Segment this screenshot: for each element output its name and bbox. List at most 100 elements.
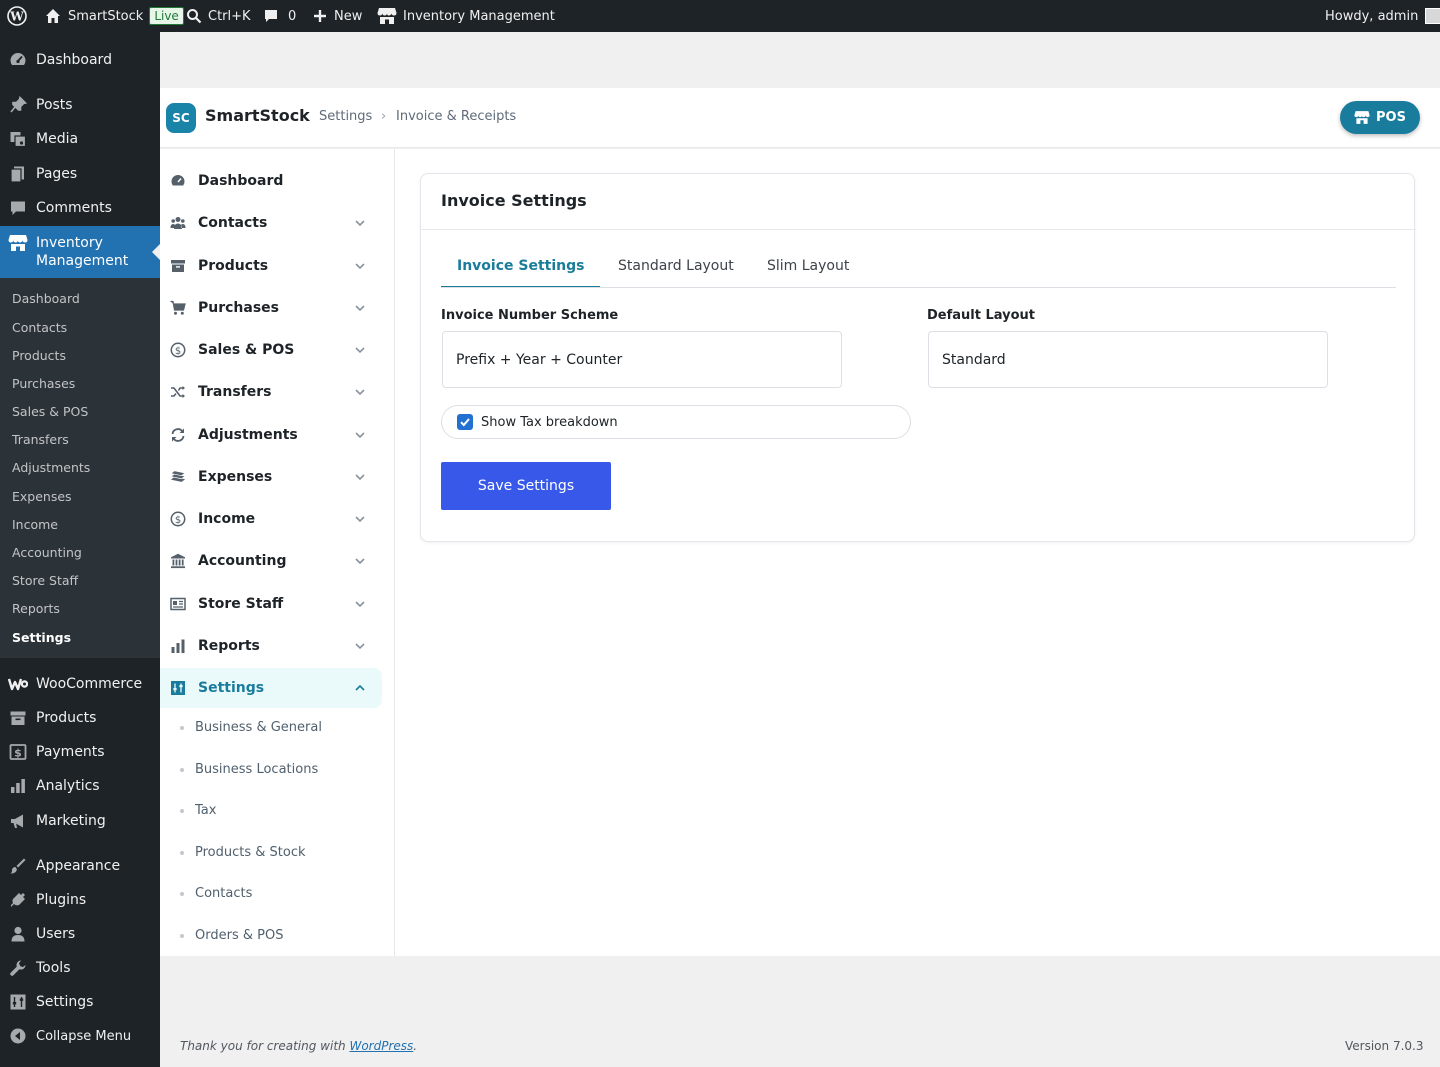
submenu-accounting[interactable]: Accounting <box>12 545 82 560</box>
site-name-link[interactable]: SmartStock Live <box>44 0 184 32</box>
tab-slim-layout[interactable]: Slim Layout <box>767 258 849 288</box>
sidebar-item-label: Sales & POS <box>198 342 295 358</box>
chevron-down-icon <box>354 429 366 441</box>
wp-menu-appearance[interactable]: Appearance <box>0 855 160 877</box>
submenu-purchases[interactable]: Purchases <box>12 376 75 391</box>
settings-sub-contacts[interactable]: Contacts <box>180 886 252 901</box>
wp-menu-payments[interactable]: $ Payments <box>0 741 160 763</box>
sidebar-item-dashboard[interactable]: Dashboard <box>160 161 382 201</box>
wp-menu-label: Users <box>36 926 76 942</box>
wp-menu-woocommerce[interactable]: WooCommerce <box>0 673 160 695</box>
wp-admin-menu: Dashboard Contacts Products Purchases Sa… <box>0 32 160 1067</box>
submenu-contacts[interactable]: Contacts <box>12 320 67 335</box>
wordpress-logo-icon[interactable]: W <box>7 0 27 32</box>
sidebar-item-expenses[interactable]: Expenses <box>160 457 382 497</box>
bank-icon <box>170 553 186 569</box>
chevron-down-icon <box>354 344 366 356</box>
tab-invoice-settings[interactable]: Invoice Settings <box>441 258 601 288</box>
settings-sub-products-stock[interactable]: Products & Stock <box>180 845 306 860</box>
submenu-dashboard[interactable]: Dashboard <box>12 291 80 306</box>
invoice-settings-card: Invoice Settings Invoice Settings Standa… <box>420 173 1416 542</box>
sidebar-item-label: Store Staff <box>198 596 284 612</box>
wp-menu-comments[interactable]: Comments <box>0 197 160 219</box>
wp-menu-plugins[interactable]: Plugins <box>0 889 160 911</box>
wp-menu-collapse[interactable]: Collapse Menu <box>0 1025 160 1047</box>
sidebar-item-products[interactable]: Products <box>160 246 382 286</box>
comments-count: 0 <box>288 8 297 24</box>
wp-menu-analytics[interactable]: Analytics <box>0 775 160 797</box>
wp-menu-inventory-management[interactable]: Inventory Management <box>0 226 160 278</box>
store-icon <box>8 233 28 253</box>
sidebar-item-purchases[interactable]: Purchases <box>160 288 382 328</box>
submenu-adjustments[interactable]: Adjustments <box>12 460 90 475</box>
show-tax-breakdown-row[interactable]: Show Tax breakdown <box>441 405 911 439</box>
wp-menu-media[interactable]: Media <box>0 128 160 150</box>
sidebar-item-store-staff[interactable]: Store Staff <box>160 584 382 624</box>
submenu-income[interactable]: Income <box>12 517 58 532</box>
breadcrumb-settings[interactable]: Settings <box>319 109 372 124</box>
wp-menu-products[interactable]: Products <box>0 707 160 729</box>
sidebar-item-accounting[interactable]: Accounting <box>160 541 382 581</box>
search-button[interactable]: Ctrl+K <box>186 0 251 32</box>
sidebar-item-income[interactable]: $ Income <box>160 499 382 539</box>
wp-menu-dashboard[interactable]: Dashboard <box>0 49 160 71</box>
submenu-reports[interactable]: Reports <box>12 601 60 616</box>
submenu-products[interactable]: Products <box>12 348 66 363</box>
dashboard-icon <box>8 50 28 70</box>
sidebar-item-reports[interactable]: Reports <box>160 626 382 666</box>
wp-menu-settings[interactable]: Settings <box>0 991 160 1013</box>
settings-sub-orders-pos[interactable]: Orders & POS <box>180 928 283 943</box>
wp-menu-marketing[interactable]: Marketing <box>0 810 160 832</box>
default-layout-select[interactable]: Standard <box>928 331 1328 388</box>
breadcrumb-separator: › <box>381 109 387 124</box>
chevron-down-icon <box>354 555 366 567</box>
wp-menu-label: Plugins <box>36 892 87 908</box>
wp-menu-users[interactable]: Users <box>0 923 160 945</box>
greeting: Howdy, admin <box>1325 8 1419 24</box>
save-settings-button[interactable]: Save Settings <box>441 462 611 510</box>
submenu-store-staff[interactable]: Store Staff <box>12 573 78 588</box>
bar-chart-icon <box>170 638 186 654</box>
svg-text:$: $ <box>175 346 181 357</box>
sidebar-item-transfers[interactable]: Transfers <box>160 372 382 412</box>
default-layout-label: Default Layout <box>927 308 1036 323</box>
submenu-sales-pos[interactable]: Sales & POS <box>12 404 88 419</box>
plugin-link[interactable]: Inventory Management <box>377 0 555 32</box>
shuffle-icon <box>170 384 186 400</box>
show-tax-breakdown-checkbox[interactable] <box>457 414 473 430</box>
bullet-dot <box>180 933 184 938</box>
plugin-header: SC SmartStock Settings › Invoice & Recei… <box>160 88 1440 148</box>
sidebar-item-label: Accounting <box>198 553 287 569</box>
chevron-down-icon <box>354 260 366 272</box>
invoice-number-scheme-select[interactable]: Prefix + Year + Counter <box>442 331 842 388</box>
sidebar-item-adjustments[interactable]: Adjustments <box>160 415 382 455</box>
brush-icon <box>8 856 28 876</box>
sync-icon <box>170 427 186 443</box>
megaphone-icon <box>8 811 28 831</box>
settings-sub-business-general[interactable]: Business & General <box>180 720 322 735</box>
pos-button[interactable]: POS <box>1340 101 1420 134</box>
chevron-down-icon <box>354 513 366 525</box>
sidebar-item-sales-pos[interactable]: $ Sales & POS <box>160 330 382 370</box>
wp-menu-pages[interactable]: Pages <box>0 163 160 185</box>
submenu-transfers[interactable]: Transfers <box>12 432 69 447</box>
account-menu[interactable]: Howdy, admin <box>1325 0 1440 32</box>
wp-menu-tools[interactable]: Tools <box>0 957 160 979</box>
store-icon <box>377 8 397 24</box>
sidebar-item-settings[interactable]: Settings <box>160 668 382 708</box>
submenu-expenses[interactable]: Expenses <box>12 489 72 504</box>
wordpress-link[interactable]: WordPress <box>349 1039 413 1053</box>
settings-sub-business-locations[interactable]: Business Locations <box>180 762 318 777</box>
settings-sub-tax[interactable]: Tax <box>180 803 216 818</box>
wp-menu-posts[interactable]: Posts <box>0 94 160 116</box>
settings-sub-label: Business Locations <box>195 762 319 777</box>
submenu-settings[interactable]: Settings <box>12 630 71 645</box>
media-icon <box>8 129 28 149</box>
sidebar-item-contacts[interactable]: Contacts <box>160 203 382 243</box>
tab-standard-layout[interactable]: Standard Layout <box>618 258 734 288</box>
new-content-link[interactable]: New <box>312 0 362 32</box>
sidebar-item-label: Adjustments <box>198 427 298 443</box>
chevron-down-icon <box>354 598 366 610</box>
wp-menu-label: WooCommerce <box>36 676 143 692</box>
comments-link[interactable]: 0 <box>263 0 296 32</box>
